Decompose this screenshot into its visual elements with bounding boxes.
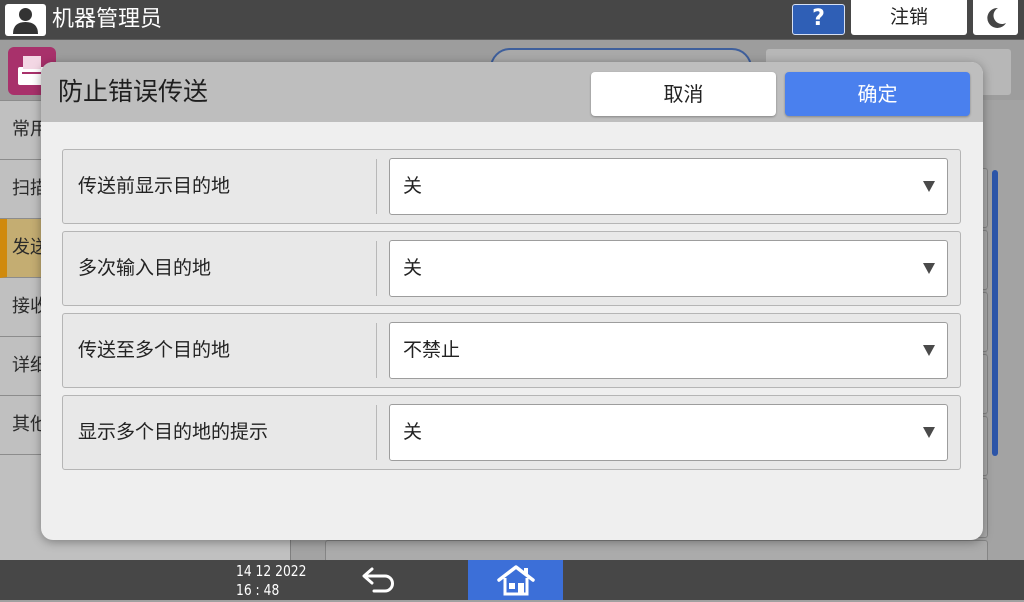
row-divider bbox=[376, 159, 377, 214]
setting-label: 多次输入目的地 bbox=[78, 257, 212, 279]
dialog-header: 防止错误传送 取消 确定 bbox=[41, 62, 983, 122]
help-button[interactable]: ? bbox=[792, 4, 845, 35]
scrollbar bbox=[992, 170, 998, 456]
chevron-down-icon bbox=[923, 263, 935, 274]
chevron-down-icon bbox=[923, 181, 935, 192]
back-button[interactable] bbox=[359, 565, 399, 595]
setting-label: 传送前显示目的地 bbox=[78, 175, 231, 197]
logout-button[interactable]: 注销 bbox=[851, 0, 967, 35]
setting-dropdown[interactable]: 关 bbox=[389, 404, 948, 461]
setting-dropdown[interactable]: 不禁止 bbox=[389, 322, 948, 379]
date-display: 14 12 2022 bbox=[236, 562, 307, 580]
home-icon bbox=[497, 565, 535, 596]
back-icon bbox=[362, 567, 394, 593]
home-button[interactable] bbox=[468, 560, 563, 600]
bottom-bar: 14 12 2022 16 : 48 bbox=[0, 560, 1024, 600]
cancel-button[interactable]: 取消 bbox=[591, 72, 776, 116]
row-divider bbox=[376, 405, 377, 460]
dropdown-value: 关 bbox=[403, 421, 423, 443]
setting-dropdown[interactable]: 关 bbox=[389, 158, 948, 215]
time-display: 16 : 48 bbox=[236, 581, 280, 599]
setting-row: 显示多个目的地的提示 关 bbox=[62, 395, 961, 470]
dropdown-value: 关 bbox=[403, 175, 423, 197]
ok-button[interactable]: 确定 bbox=[785, 72, 970, 116]
dropdown-value: 关 bbox=[403, 257, 423, 279]
chevron-down-icon bbox=[923, 427, 935, 438]
top-bar: 机器管理员 ? 注销 bbox=[0, 0, 1024, 40]
energy-saver-button[interactable] bbox=[973, 0, 1018, 35]
row-divider bbox=[376, 241, 377, 296]
setting-label: 显示多个目的地的提示 bbox=[78, 421, 269, 443]
user-icon bbox=[5, 4, 46, 36]
setting-dropdown[interactable]: 关 bbox=[389, 240, 948, 297]
setting-row: 传送前显示目的地 关 bbox=[62, 149, 961, 224]
moon-icon bbox=[987, 7, 1006, 28]
setting-row: 传送至多个目的地 不禁止 bbox=[62, 313, 961, 388]
setting-row: 多次输入目的地 关 bbox=[62, 231, 961, 306]
setting-label: 传送至多个目的地 bbox=[78, 339, 231, 361]
dropdown-value: 不禁止 bbox=[403, 339, 461, 361]
user-role-label: 机器管理员 bbox=[52, 7, 163, 32]
wrong-transmission-prevention-dialog: 防止错误传送 取消 确定 传送前显示目的地 关 多次输入目的地 关 传送至多个目… bbox=[41, 62, 983, 540]
row-divider bbox=[376, 323, 377, 378]
chevron-down-icon bbox=[923, 345, 935, 356]
dialog-title: 防止错误传送 bbox=[58, 77, 209, 106]
